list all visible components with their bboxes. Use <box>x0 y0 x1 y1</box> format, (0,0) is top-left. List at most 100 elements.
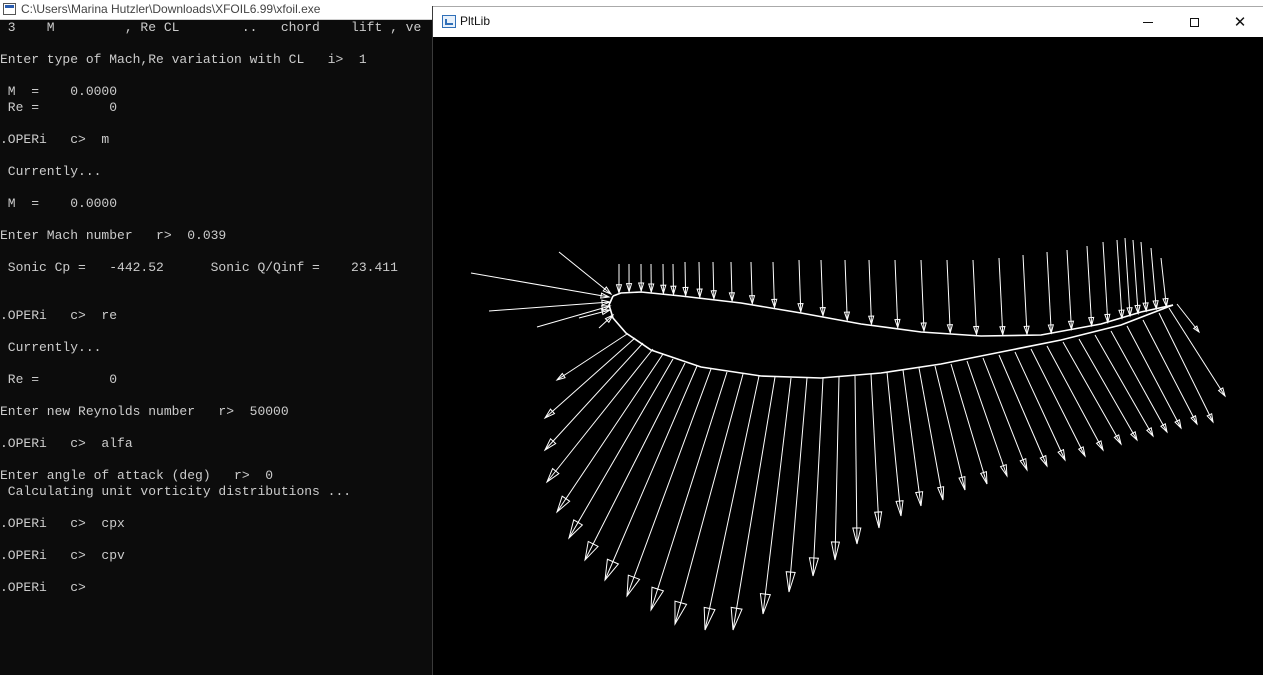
lower-cp-vector <box>982 357 1028 471</box>
upper-cp-vector <box>868 259 872 325</box>
lower-cp-vector-head <box>1146 427 1154 438</box>
lower-cp-vector <box>544 342 644 451</box>
upper-cp-vector <box>730 261 733 301</box>
lower-cp-vector <box>834 376 840 561</box>
lower-cp-vector <box>870 373 880 529</box>
lower-cp-vector <box>950 363 988 485</box>
upper-cp-vector <box>1022 254 1028 335</box>
lower-cp-vector-head <box>1160 423 1168 434</box>
pltlib-window-title: PltLib <box>460 14 491 28</box>
console-line: .OPERi c> cpv <box>0 548 125 563</box>
console-line: .OPERi c> <box>0 580 86 595</box>
upper-cp-vector <box>946 259 951 333</box>
lower-cp-vector-head <box>1190 414 1198 426</box>
console-line: .OPERi c> cpx <box>0 516 125 531</box>
console-window-title: C:\Users\Marina Hutzler\Downloads\XFOIL6… <box>21 2 321 16</box>
upper-cp-vector <box>712 261 715 299</box>
lower-cp-vector <box>1094 334 1154 437</box>
lower-cp-vector <box>732 376 776 631</box>
lower-cp-vector-head <box>1113 434 1122 446</box>
upper-cp-vector <box>750 261 753 304</box>
upper-cp-vector <box>972 259 978 335</box>
console-line: Enter Mach number r> 0.039 <box>0 228 227 243</box>
console-line: Enter angle of attack (deg) r> 0 <box>0 468 274 483</box>
lower-cp-vector <box>604 365 698 581</box>
lower-cp-vector <box>788 377 808 593</box>
cp-vector-plot <box>433 37 1263 675</box>
lower-cp-vector <box>812 377 824 577</box>
upper-cp-vector <box>1046 251 1052 333</box>
upper-cp-vector <box>772 261 776 308</box>
lower-cp-vector-head <box>1077 446 1086 458</box>
pltlib-titlebar[interactable]: PltLib ✕ <box>433 6 1263 37</box>
upper-cp-vector <box>1116 239 1123 319</box>
leading-edge-vector <box>558 251 612 295</box>
console-line: Calculating unit vorticity distributions… <box>0 484 352 499</box>
console-line: Sonic Cp = -442.52 Sonic Q/Qinf = 23.411 <box>0 260 398 275</box>
maximize-icon <box>1189 17 1199 27</box>
leading-edge-vector <box>598 314 614 329</box>
trailing-edge-vector <box>1176 303 1200 333</box>
airfoil-upper-surface <box>612 291 1174 337</box>
leading-edge-vector <box>470 272 610 298</box>
lower-cp-vector <box>1110 330 1168 433</box>
lower-cp-vector-head <box>1206 412 1214 424</box>
leading-edge-vector <box>536 305 611 328</box>
upper-cp-vector <box>684 261 687 296</box>
airfoil-group <box>608 291 1174 379</box>
console-line: M = 0.0000 <box>0 196 118 211</box>
lower-cp-vector <box>918 367 944 501</box>
pltlib-app-icon <box>442 15 456 28</box>
console-line: .OPERi c> alfa <box>0 436 133 451</box>
upper-cp-vector <box>1140 241 1147 312</box>
lower-cp-vector <box>1158 312 1214 423</box>
upper-cp-vector <box>844 259 848 321</box>
lower-cp-vector-head <box>1057 448 1066 462</box>
upper-cp-vector <box>894 259 899 328</box>
console-line: .OPERi c> m <box>0 132 110 147</box>
console-line: Enter new Reynolds number r> 50000 <box>0 404 289 419</box>
upper-cp-vector <box>1124 237 1131 316</box>
upper-cp-vector <box>1086 245 1093 326</box>
console-line: 3 M , Re CL .. chord lift , ve <box>0 20 422 35</box>
lower-cp-vector <box>886 371 902 517</box>
upper-cp-vector <box>1150 247 1157 309</box>
console-line: M = 0.0000 <box>0 84 118 99</box>
upper-cp-vector <box>672 263 675 295</box>
pressure-vectors <box>470 237 1226 631</box>
lower-cp-vector <box>626 368 712 597</box>
console-line: .OPERi c> re <box>0 308 118 323</box>
lower-cp-vector <box>1014 351 1066 461</box>
lower-cp-vector-head <box>1130 431 1138 442</box>
lower-cp-vector <box>966 360 1008 477</box>
lower-cp-vector <box>568 358 674 539</box>
lower-cp-vector <box>854 375 858 545</box>
close-button[interactable]: ✕ <box>1217 7 1263 37</box>
leading-edge-vector <box>488 301 611 312</box>
console-line: Re = 0 <box>0 100 118 115</box>
upper-cp-vector <box>1102 241 1109 323</box>
lower-cp-vector <box>556 353 664 513</box>
lower-cp-vector <box>934 365 966 491</box>
minimize-button[interactable] <box>1125 7 1171 37</box>
maximize-button[interactable] <box>1171 7 1217 37</box>
console-line: Enter type of Mach,Re variation with CL … <box>0 52 367 67</box>
upper-cp-vector <box>998 257 1004 335</box>
close-icon: ✕ <box>1233 14 1247 31</box>
upper-cp-vector <box>698 261 701 298</box>
lower-cp-vector <box>556 333 628 381</box>
upper-cp-vector <box>1066 249 1072 330</box>
upper-cp-vector <box>920 259 925 332</box>
lower-cp-vector-head <box>1095 440 1104 452</box>
lower-cp-vector-head <box>1217 387 1226 398</box>
lower-cp-vector-head <box>604 558 620 582</box>
console-line: Re = 0 <box>0 372 118 387</box>
upper-cp-vector <box>1132 239 1139 314</box>
pltlib-window[interactable]: PltLib ✕ <box>432 6 1263 675</box>
lower-cp-vector <box>1078 338 1138 441</box>
lower-cp-vector-head <box>1174 418 1182 430</box>
lower-cp-vector <box>902 369 922 507</box>
lower-cp-vector <box>998 354 1048 467</box>
lower-cp-vector <box>584 362 686 561</box>
console-output[interactable]: 3 M , Re CL .. chord lift , ve Enter type… <box>0 20 432 675</box>
